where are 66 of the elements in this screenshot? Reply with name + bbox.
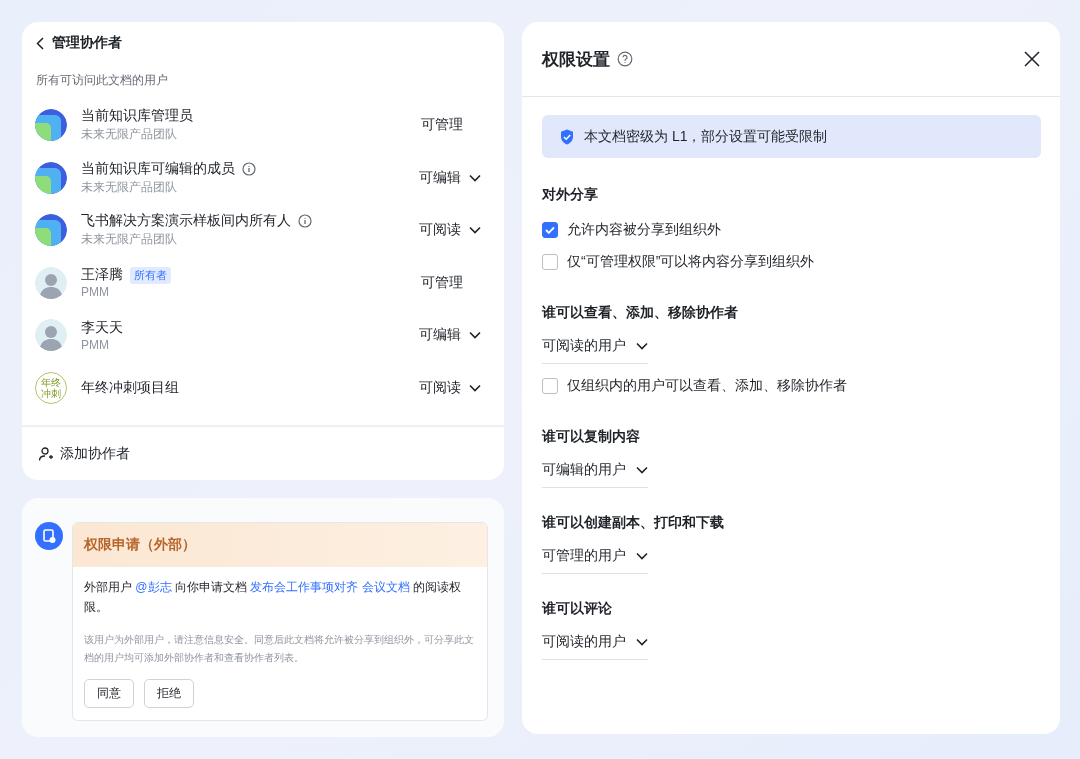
chevron-down-icon <box>469 383 481 392</box>
notice-text: 本文档密级为 L1，部分设置可能受限制 <box>584 127 828 146</box>
panel-title: 权限设置 <box>542 48 610 71</box>
chevron-down-icon <box>469 331 481 340</box>
close-icon[interactable] <box>1024 51 1040 67</box>
section-title: 谁可以复制内容 <box>542 428 641 446</box>
member-team: 未来无限产品团队 <box>81 126 178 144</box>
document-icon <box>35 522 63 550</box>
group-avatar-icon <box>35 161 67 194</box>
add-user-icon <box>38 446 54 462</box>
chevron-down-icon <box>469 226 481 235</box>
avatar-icon <box>35 266 67 299</box>
security-note: 该用户为外部用户，请注意信息安全。同意后此文档将允许被分享到组织外，可分享此文档的用户均可添加外部协作者和查看协作者列表。 <box>84 633 475 665</box>
section-title: 对外分享 <box>542 186 599 204</box>
chevron-down-icon <box>636 342 648 350</box>
link[interactable]: @彭志 <box>135 580 172 594</box>
member-name: 李天天 <box>81 318 123 337</box>
member-team: 未来无限产品团队 <box>81 231 178 249</box>
section-label: 所有可访问此文档的用户 <box>35 72 169 89</box>
member-name: 年终冲刺项目组 <box>81 378 179 397</box>
audience-dropdown[interactable]: 可阅读的用户 <box>542 624 648 660</box>
checkbox[interactable] <box>542 378 558 394</box>
checkbox[interactable] <box>542 222 558 238</box>
member-name: 王泽腾 <box>81 266 123 285</box>
group-avatar-icon <box>35 109 67 142</box>
section-title: 谁可以查看、添加、移除协作者 <box>542 304 739 322</box>
checkbox[interactable] <box>542 254 558 270</box>
member-name: 飞书解决方案演示样板间内所有人 <box>81 212 291 231</box>
member-team: 未来无限产品团队 <box>81 178 178 196</box>
check-icon <box>545 226 555 234</box>
help-icon[interactable] <box>617 51 633 67</box>
permission-dropdown[interactable]: 可编辑 <box>419 168 481 187</box>
panel-title: 管理协作者 <box>52 34 122 52</box>
chevron-down-icon <box>636 552 648 560</box>
request-title: 权限申请（外部） <box>73 523 487 567</box>
section-title: 谁可以评论 <box>542 600 613 618</box>
owner-badge: 所有者 <box>130 266 171 284</box>
audience-dropdown[interactable]: 可阅读的用户 <box>542 328 648 364</box>
member-team: PMM <box>81 285 110 300</box>
request-message: 外部用户 @彭志 向你申请文档 发布会工作事项对齐 会议文档 的阅读权限。 <box>84 579 462 616</box>
chevron-down-icon <box>469 173 481 182</box>
back-icon[interactable] <box>36 36 44 50</box>
link[interactable]: 发布会工作事项对齐 会议文档 <box>250 580 410 594</box>
add-collaborator-button[interactable]: 添加协作者 <box>38 445 130 463</box>
member-name: 当前知识库管理员 <box>81 107 193 126</box>
checkbox-label: 仅组织内的用户可以查看、添加、移除协作者 <box>567 377 847 395</box>
checkbox-label: 允许内容被分享到组织外 <box>567 221 721 239</box>
avatar-text: 年终冲刺 <box>40 376 62 399</box>
shield-check-icon <box>560 128 574 145</box>
permission-dropdown[interactable]: 可编辑 <box>419 326 481 345</box>
member-name: 当前知识库可编辑的成员 <box>81 159 235 178</box>
chevron-down-icon <box>636 466 648 474</box>
avatar-icon <box>35 319 67 352</box>
group-avatar-icon <box>35 214 67 247</box>
member-team: PMM <box>81 337 110 352</box>
audience-dropdown[interactable]: 可编辑的用户 <box>542 452 648 488</box>
approve-button[interactable]: 同意 <box>84 679 134 708</box>
permission-dropdown[interactable]: 可阅读 <box>419 378 481 397</box>
permission-label: 可管理 <box>421 116 464 135</box>
chevron-down-icon <box>636 638 648 646</box>
section-title: 谁可以创建副本、打印和下载 <box>542 514 725 532</box>
reject-button[interactable]: 拒绝 <box>144 679 194 708</box>
checkbox-label: 仅“可管理权限”可以将内容分享到组织外 <box>567 253 815 271</box>
permission-dropdown[interactable]: 可阅读 <box>419 221 481 240</box>
audience-dropdown[interactable]: 可管理的用户 <box>542 538 648 574</box>
permission-label: 可管理 <box>421 273 464 292</box>
